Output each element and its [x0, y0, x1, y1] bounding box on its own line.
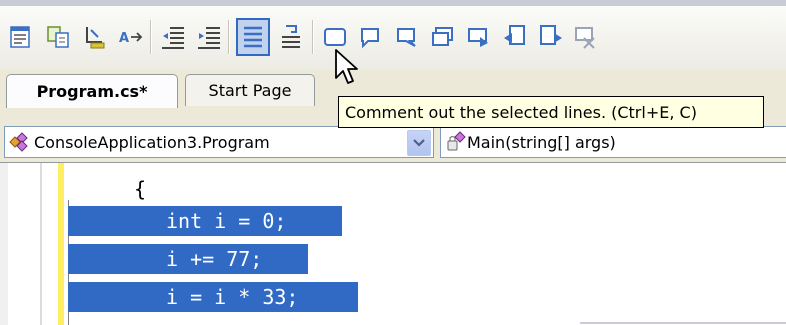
toolbar-separator — [150, 20, 152, 54]
bookmark-next-document-icon[interactable] — [536, 20, 566, 54]
tooltip: Comment out the selected lines. (Ctrl+E,… — [338, 96, 764, 128]
change-tracking-bar — [58, 163, 64, 325]
comment-out-icon[interactable] — [236, 18, 270, 56]
format-icon[interactable] — [80, 20, 110, 54]
bookmark-previous-folder-icon[interactable] — [428, 20, 458, 54]
tab-program-cs[interactable]: Program.cs* — [6, 74, 178, 108]
bookmark-next-folder-icon[interactable] — [464, 20, 494, 54]
increase-indent-icon[interactable] — [194, 20, 224, 54]
mouse-pointer-icon — [334, 48, 360, 88]
bookmark-previous-icon[interactable] — [356, 20, 386, 54]
text-editor-toolbar: A — [0, 6, 786, 71]
editor-gutter — [0, 163, 8, 325]
view-list-icon[interactable] — [6, 20, 36, 54]
decrease-indent-icon[interactable] — [158, 20, 188, 54]
bookmark-next-icon[interactable] — [392, 20, 422, 54]
bookmark-previous-document-icon[interactable] — [500, 20, 530, 54]
toolbar-separator — [312, 20, 314, 54]
code-open-brace: { — [134, 177, 147, 201]
ide-window: A Program.cs* Start Page ConsoleApplicat… — [0, 0, 786, 325]
class-dropdown-value: ConsoleApplication3.Program — [34, 132, 270, 152]
class-icon — [8, 132, 30, 152]
clear-bookmarks-icon[interactable] — [570, 20, 600, 54]
code-line[interactable]: i = i * 33; — [68, 282, 358, 312]
uncomment-icon[interactable] — [276, 20, 306, 54]
method-icon — [445, 131, 467, 153]
split-view-icon[interactable] — [44, 20, 74, 54]
divider — [580, 322, 786, 324]
code-line[interactable]: int i = 0; — [68, 206, 342, 236]
class-dropdown[interactable]: ConsoleApplication3.Program — [4, 126, 434, 158]
rename-icon[interactable]: A — [116, 20, 146, 54]
indicator-margin — [40, 163, 56, 325]
tab-start-page[interactable]: Start Page — [185, 74, 315, 106]
svg-text:A: A — [119, 31, 129, 46]
member-dropdown-value: Main(string[] args) — [467, 132, 616, 152]
code-line[interactable]: i += 77; — [68, 244, 308, 274]
member-dropdown[interactable]: Main(string[] args) — [440, 126, 786, 158]
toolbar-separator — [228, 20, 230, 54]
chevron-down-icon[interactable] — [407, 130, 431, 156]
